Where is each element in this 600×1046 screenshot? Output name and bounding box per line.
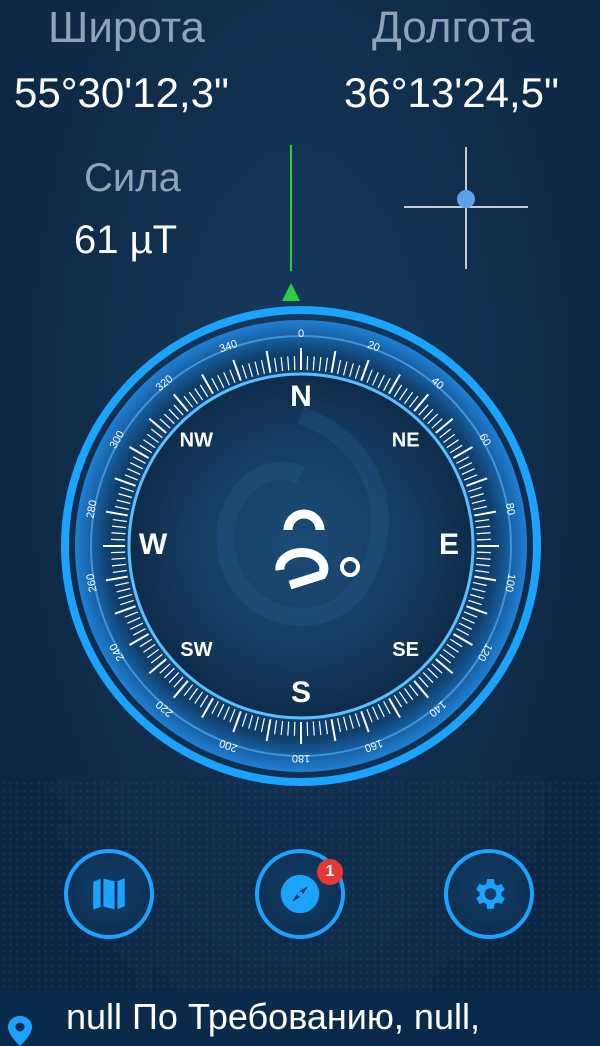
field-strength-value: 61 µT bbox=[74, 218, 178, 262]
address-bar: null По Требованию, null, bbox=[0, 990, 600, 1046]
heading-indicator bbox=[282, 145, 300, 301]
longitude-label: Долгота bbox=[372, 3, 535, 52]
longitude-value: 36°13'24,5" bbox=[344, 69, 559, 116]
intercardinal-ne: NE bbox=[392, 430, 420, 452]
cardinal-w: W bbox=[139, 528, 168, 561]
settings-button[interactable] bbox=[444, 849, 534, 939]
gear-icon bbox=[476, 879, 505, 909]
compass-mode-button[interactable]: 1 bbox=[255, 849, 345, 939]
compass-dial[interactable]: 0204060801001201401601802002202402602803… bbox=[60, 305, 542, 787]
intercardinal-nw: NW bbox=[180, 430, 213, 452]
degree-label: 80 bbox=[503, 502, 517, 516]
heading-arrow-icon bbox=[282, 283, 300, 301]
compass-icon bbox=[280, 874, 320, 914]
field-strength-label: Сила bbox=[84, 156, 181, 200]
latitude-value: 55°30'12,3" bbox=[14, 69, 229, 116]
compass-face bbox=[127, 372, 475, 720]
cardinal-s: S bbox=[291, 676, 311, 709]
map-icon bbox=[93, 878, 125, 910]
location-pin-icon bbox=[8, 1016, 32, 1046]
cardinal-n: N bbox=[290, 380, 312, 413]
intercardinal-se: SE bbox=[392, 639, 419, 661]
latitude-label: Широта bbox=[48, 3, 206, 52]
intercardinal-sw: SW bbox=[180, 639, 212, 661]
level-crosshair bbox=[404, 147, 528, 269]
cardinal-e: E bbox=[439, 528, 459, 561]
address-text: null По Требованию, null, bbox=[66, 996, 480, 1037]
map-button[interactable] bbox=[64, 849, 154, 939]
level-bubble bbox=[457, 190, 475, 208]
degree-label: 180 bbox=[292, 752, 310, 764]
notification-badge: 1 bbox=[317, 859, 343, 885]
degree-label: 0 bbox=[298, 328, 304, 340]
